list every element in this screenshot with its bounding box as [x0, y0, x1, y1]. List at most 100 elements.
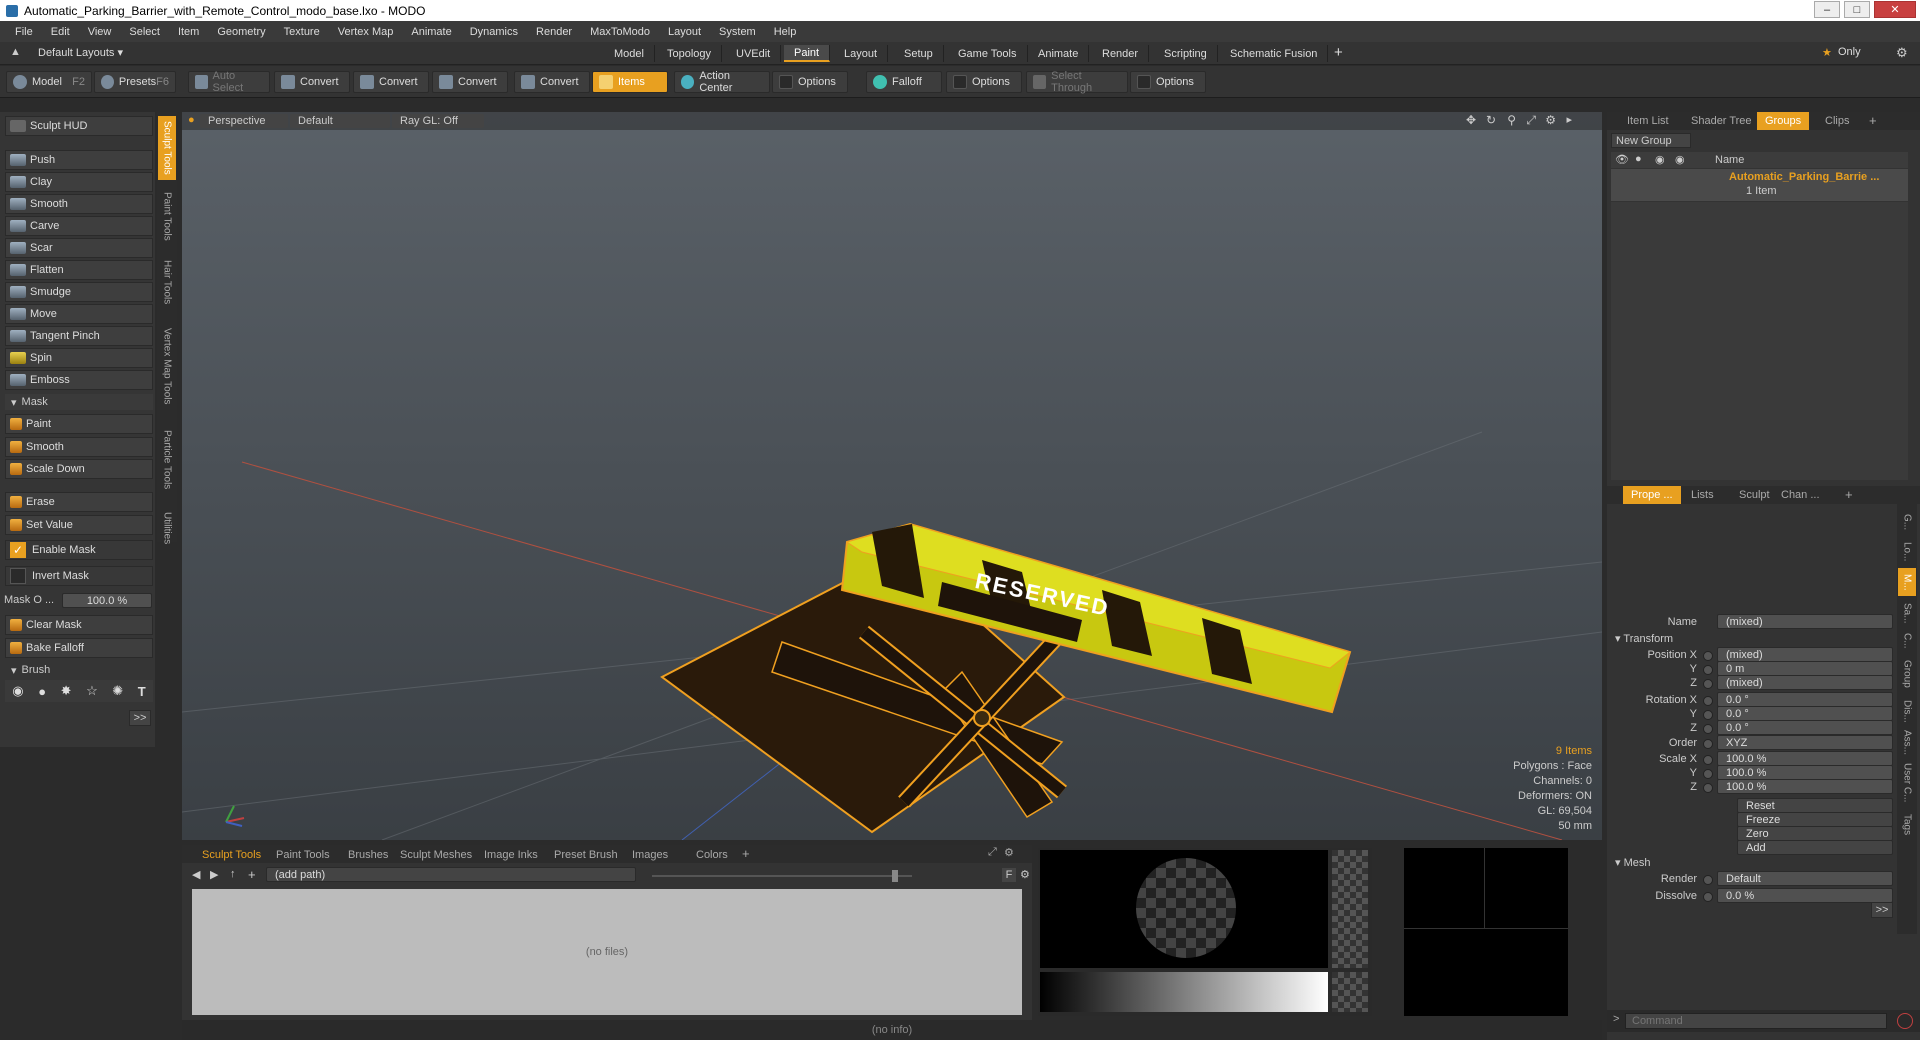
position-z-field[interactable]: (mixed) [1717, 675, 1893, 690]
tab-sculpt[interactable]: Sculpt [1731, 486, 1778, 504]
side-tab-mesh[interactable]: M... [1898, 568, 1916, 596]
zoom-slider-track[interactable] [652, 875, 912, 877]
file-browser-area[interactable]: (no files) [192, 889, 1022, 1015]
new-group-button[interactable]: New Group [1611, 133, 1691, 148]
soft-brush-icon[interactable]: ◉ [12, 683, 23, 699]
side-tab-assembly[interactable]: Ass... [1898, 728, 1916, 758]
menu-item[interactable]: Item [169, 26, 208, 38]
vtab-sculpt-tools[interactable]: Sculpt Tools [158, 116, 176, 180]
default-layouts-dropdown[interactable]: Default Layouts ▾ [38, 46, 123, 59]
reset-dropdown[interactable]: Reset [1737, 798, 1893, 813]
select-through-button[interactable]: Select Through [1026, 70, 1128, 94]
menu-geometry[interactable]: Geometry [208, 26, 274, 38]
model-button[interactable]: Model F2 [6, 71, 92, 93]
keyframe-dot[interactable] [1703, 724, 1713, 734]
panel-gear-icon[interactable]: ⚙ [1004, 846, 1014, 859]
tab-render[interactable]: Render [1092, 45, 1150, 62]
mesh-header[interactable]: ▾ Mesh [1615, 856, 1650, 869]
menu-maxtomodo[interactable]: MaxToModo [581, 26, 659, 38]
tab-colors[interactable]: Colors [690, 847, 734, 863]
add-tab-icon[interactable]: + [1334, 44, 1343, 61]
tab-preset-brush[interactable]: Preset Brush [548, 847, 624, 863]
keyframe-dot[interactable] [1703, 651, 1713, 661]
side-tab-c[interactable]: C... [1898, 630, 1916, 652]
tab-uvedit[interactable]: UVEdit [726, 45, 782, 62]
menu-layout[interactable]: Layout [659, 26, 710, 38]
zoom-slider-handle[interactable] [892, 870, 898, 882]
procedural-brush-icon[interactable]: ✺ [112, 683, 123, 699]
tab-clips[interactable]: Clips [1817, 112, 1857, 130]
perspective-dropdown[interactable]: Perspective [200, 114, 288, 128]
only-toggle[interactable]: Only [1838, 46, 1861, 58]
tangent-pinch-tool[interactable]: Tangent Pinch [5, 326, 153, 346]
text-brush-icon[interactable]: T [138, 684, 146, 699]
menu-texture[interactable]: Texture [275, 26, 329, 38]
pan-icon[interactable]: ✥ [1466, 113, 1476, 127]
enable-mask-toggle[interactable]: ✓ Enable Mask [5, 540, 153, 560]
vtab-hair-tools[interactable]: Hair Tools [158, 252, 176, 312]
menu-edit[interactable]: Edit [42, 26, 79, 38]
items-button[interactable]: Items [592, 71, 668, 93]
scale-z-field[interactable]: 100.0 % [1717, 779, 1893, 794]
menu-view[interactable]: View [79, 26, 121, 38]
auto-select-button[interactable]: Auto Select [188, 70, 270, 94]
vtab-particle-tools[interactable]: Particle Tools [158, 420, 176, 500]
add-tab-icon[interactable]: + [1869, 113, 1877, 128]
command-input[interactable] [1625, 1013, 1887, 1029]
star-brush-icon[interactable]: ☆ [86, 683, 98, 699]
tab-image-inks[interactable]: Image Inks [478, 847, 544, 863]
hard-brush-icon[interactable]: ● [38, 684, 46, 699]
emboss-tool[interactable]: Emboss [5, 370, 153, 390]
tab-sculpt-meshes[interactable]: Sculpt Meshes [394, 847, 478, 863]
tab-properties[interactable]: Prope ... [1623, 486, 1681, 504]
carve-tool[interactable]: Carve [5, 216, 153, 236]
set-value-tool[interactable]: Set Value [5, 515, 153, 535]
mask-erase-tool[interactable]: Erase [5, 492, 153, 512]
smooth-tool[interactable]: Smooth [5, 194, 153, 214]
render-dropdown[interactable]: Default [1717, 871, 1893, 886]
mask-paint-tool[interactable]: Paint [5, 414, 153, 434]
action-center-button[interactable]: Action Center [674, 70, 770, 94]
tab-topology[interactable]: Topology [657, 45, 723, 62]
side-tab-general[interactable]: G... [1898, 508, 1916, 536]
rotate-icon[interactable]: ↻ [1486, 113, 1496, 127]
convert-button-3[interactable]: Convert [432, 71, 508, 93]
rotation-x-field[interactable]: 0.0 ° [1717, 692, 1893, 707]
vtab-vertex-map-tools[interactable]: Vertex Map Tools [158, 316, 176, 416]
zoom-icon[interactable]: ⚲ [1507, 113, 1516, 127]
side-tab-group[interactable]: Group [1898, 654, 1916, 694]
gear-icon[interactable]: ⚙ [1896, 45, 1908, 61]
smudge-tool[interactable]: Smudge [5, 282, 153, 302]
tab-brushes[interactable]: Brushes [342, 847, 394, 863]
clay-tool[interactable]: Clay [5, 172, 153, 192]
group-row[interactable]: Automatic_Parking_Barrie ... 1 Item [1611, 169, 1908, 201]
menu-dynamics[interactable]: Dynamics [461, 26, 527, 38]
menu-vertex-map[interactable]: Vertex Map [329, 26, 403, 38]
position-y-field[interactable]: 0 m [1717, 661, 1893, 676]
scale-x-field[interactable]: 100.0 % [1717, 751, 1893, 766]
maximize-button[interactable]: □ [1844, 1, 1870, 18]
tab-channels[interactable]: Chan ... [1773, 486, 1828, 504]
tab-scripting[interactable]: Scripting [1154, 45, 1218, 62]
mask-scale-down-tool[interactable]: Scale Down [5, 459, 153, 479]
maximize-panel-icon[interactable]: ⤢ [988, 846, 997, 859]
convert-button-1[interactable]: Convert [274, 71, 350, 93]
menu-file[interactable]: File [6, 26, 42, 38]
mask-opacity-field[interactable]: 100.0 % [62, 593, 152, 608]
keyframe-dot[interactable] [1703, 755, 1713, 765]
side-tab-display[interactable]: Dis... [1898, 696, 1916, 726]
add-dropdown[interactable]: Add [1737, 840, 1893, 855]
maximize-viewport-icon[interactable]: ⤢ [1526, 113, 1536, 128]
zero-dropdown[interactable]: Zero [1737, 826, 1893, 841]
lock-icon[interactable]: ● [1635, 153, 1642, 165]
tab-model[interactable]: Model [604, 45, 655, 62]
options-button-2[interactable]: Options [946, 71, 1022, 93]
vtab-paint-tools[interactable]: Paint Tools [158, 184, 176, 248]
vtab-utilities[interactable]: Utilities [158, 504, 176, 552]
brush-header[interactable]: ▾ Brush [5, 662, 153, 678]
settings-gear-icon[interactable]: ⚙ [1020, 868, 1030, 881]
keyframe-dot[interactable] [1703, 875, 1713, 885]
freeze-dropdown[interactable]: Freeze [1737, 812, 1893, 827]
convert-button-4[interactable]: Convert [514, 71, 590, 93]
back-icon[interactable]: ◀ [192, 868, 200, 881]
